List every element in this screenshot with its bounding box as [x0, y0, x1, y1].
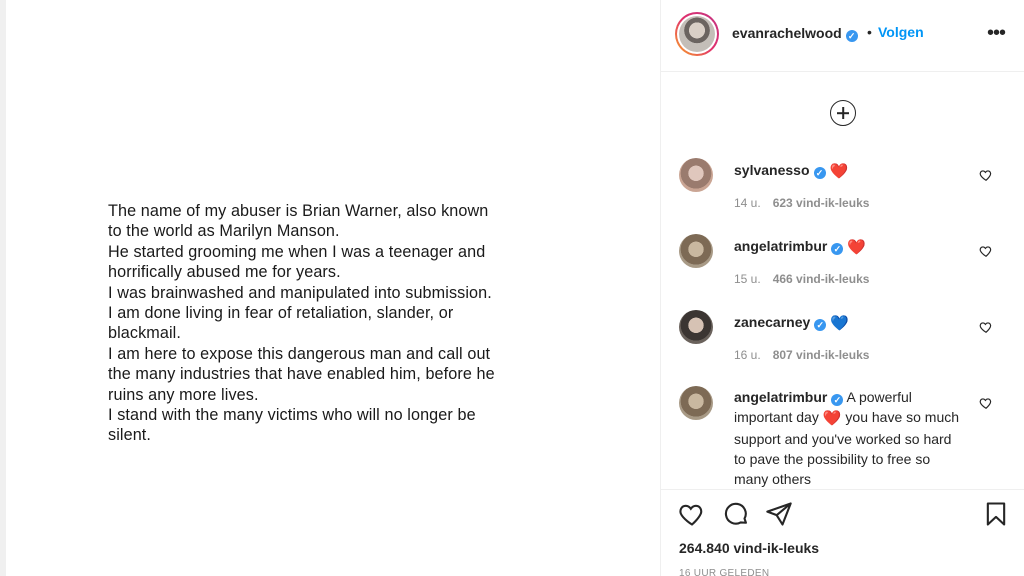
- avatar[interactable]: [679, 386, 713, 420]
- statement-line: ruins any more lives.: [108, 385, 259, 404]
- follow-button[interactable]: Volgen: [878, 24, 924, 40]
- comment-username[interactable]: zanecarney: [734, 314, 810, 330]
- statement-line: I stand with the many victims who will n…: [108, 406, 476, 425]
- comment-time[interactable]: 14 u.: [734, 196, 761, 210]
- statement-line: I was brainwashed and manipulated into s…: [108, 283, 492, 302]
- comment-like-heart-icon[interactable]: [979, 168, 993, 182]
- comments-panel: evanrachelwood ✓ • Volgen ••• sylvanesso ✓…: [660, 0, 1024, 576]
- verified-badge-icon: ✓: [831, 243, 844, 255]
- red-heart-emoji: ❤️: [847, 239, 867, 256]
- statement-line: I am here to expose this dangerous man a…: [108, 344, 491, 363]
- avatar[interactable]: [679, 310, 713, 344]
- post-header: evanrachelwood ✓ • Volgen •••: [661, 0, 1024, 72]
- statement-line: blackmail.: [108, 324, 181, 343]
- statement-line: horrifically abused me for years.: [108, 263, 341, 282]
- comment-likes[interactable]: 466 vind-ik-leuks: [773, 272, 870, 286]
- comment-meta: 14 u. 623 vind-ik-leuks: [734, 196, 869, 210]
- comment-body: angelatrimbur ✓ ❤️: [734, 236, 964, 258]
- statement-line: I am done living in fear of retaliation,…: [108, 304, 454, 323]
- comment-body: sylvanesso ✓ ❤️: [734, 160, 964, 182]
- verified-badge-icon: ✓: [814, 319, 827, 331]
- verified-badge-icon: ✓: [813, 167, 826, 179]
- more-options-icon[interactable]: •••: [987, 22, 1006, 45]
- comment-body: angelatrimbur ✓ A powerful important day ❤…: [734, 387, 964, 489]
- header-username-row: evanrachelwood ✓: [732, 25, 858, 42]
- comment-body: zanecarney ✓ 💙: [734, 312, 964, 334]
- post-actions: 264.840 vind-ik-leuks 16 UUR GELEDEN: [661, 489, 1024, 576]
- comment-like-heart-icon[interactable]: [979, 244, 993, 258]
- comment-time[interactable]: 16 u.: [734, 348, 761, 362]
- comment-username[interactable]: angelatrimbur: [734, 238, 827, 254]
- statement-line: He started grooming me when I was a teen…: [108, 242, 486, 261]
- red-heart-emoji: ❤️: [822, 410, 842, 427]
- verified-badge-icon: ✓: [831, 394, 844, 406]
- avatar[interactable]: [679, 158, 713, 192]
- avatar[interactable]: [675, 12, 719, 56]
- comment-bubble-icon[interactable]: [722, 500, 750, 528]
- statement-line: the many industries that have enabled hi…: [108, 365, 495, 384]
- statement-line: silent.: [108, 426, 151, 445]
- statement-line: The name of my abuser is Brian Warner, a…: [108, 202, 489, 220]
- comment-time[interactable]: 15 u.: [734, 272, 761, 286]
- statement-line: to the world as Marilyn Manson.: [108, 222, 340, 241]
- comment-likes[interactable]: 807 vind-ik-leuks: [773, 348, 870, 362]
- comment-like-heart-icon[interactable]: [979, 396, 993, 410]
- comment-meta: 15 u. 466 vind-ik-leuks: [734, 272, 869, 286]
- statement-text: The name of my abuser is Brian Warner, a…: [108, 201, 558, 446]
- share-paper-plane-icon[interactable]: [765, 500, 793, 528]
- avatar[interactable]: [679, 234, 713, 268]
- comment-meta: 16 u. 807 vind-ik-leuks: [734, 348, 869, 362]
- like-heart-icon[interactable]: [678, 500, 706, 528]
- blue-heart-emoji: 💙: [830, 315, 849, 332]
- post-timestamp[interactable]: 16 UUR GELEDEN: [679, 568, 769, 576]
- red-heart-emoji: ❤️: [829, 163, 849, 180]
- post-likes-count[interactable]: 264.840 vind-ik-leuks: [679, 540, 819, 556]
- bookmark-icon[interactable]: [982, 500, 1010, 528]
- load-more-comments-button[interactable]: [830, 100, 856, 126]
- post-dialog: The name of my abuser is Brian Warner, a…: [0, 0, 1024, 576]
- post-image[interactable]: The name of my abuser is Brian Warner, a…: [12, 0, 660, 576]
- verified-badge-icon: ✓: [845, 30, 858, 42]
- username-link[interactable]: evanrachelwood: [732, 25, 842, 41]
- comment-like-heart-icon[interactable]: [979, 320, 993, 334]
- separator-dot: •: [867, 24, 872, 40]
- comment-username[interactable]: angelatrimbur: [734, 389, 827, 405]
- comment-username[interactable]: sylvanesso: [734, 162, 810, 178]
- comment-likes[interactable]: 623 vind-ik-leuks: [773, 196, 870, 210]
